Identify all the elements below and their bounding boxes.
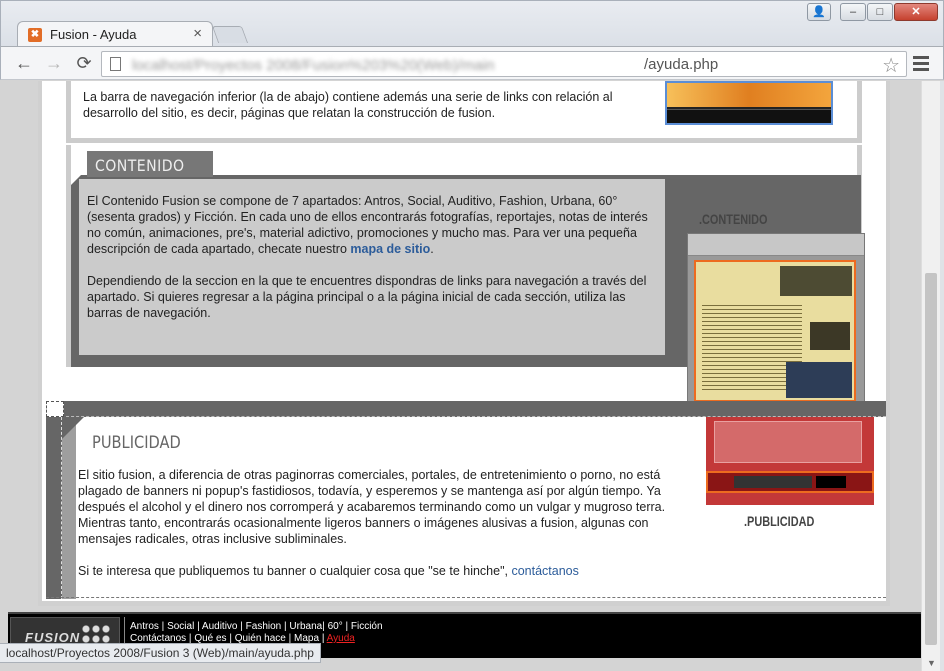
nav-bar-screenshot — [665, 81, 833, 125]
nav-help-text: La barra de navegación inferior (la de a… — [83, 90, 613, 120]
page-frame: La barra de navegación inferior (la de a… — [38, 81, 890, 606]
footer-link-fashion[interactable]: Fashion — [246, 621, 282, 632]
footer-section-links: Antros | Social | Auditivo | Fashion | U… — [130, 621, 383, 632]
footer-link-antros[interactable]: Antros — [130, 621, 159, 632]
status-bar-url: localhost/Proyectos 2008/Fusion 3 (Web)/… — [0, 643, 321, 663]
footer-link-social[interactable]: Social — [167, 621, 194, 632]
contenido-paragraph-1: El Contenido Fusion se compone de 7 apar… — [87, 194, 648, 256]
url-path: /ayuda.php — [644, 56, 719, 73]
tab-close-icon[interactable]: × — [193, 25, 202, 42]
nav-help-section: La barra de navegación inferior (la de a… — [66, 81, 862, 143]
browser-toolbar: ← → ⟳ localhost/Proyectos 2008/Fusion%20… — [0, 46, 944, 80]
contenido-screenshot — [687, 233, 865, 409]
footer-link-urbana[interactable]: Urbana — [289, 621, 322, 632]
address-bar[interactable]: localhost/Proyectos 2008/Fusion%203%20(W… — [101, 51, 907, 77]
publicidad-callout-label: .PUBLICIDAD — [744, 513, 815, 529]
contenido-callout-label: .CONTENIDO — [699, 211, 768, 227]
browser-titlebar: ✖ Fusion - Ayuda × 👤 – □ ✕ — [0, 0, 944, 48]
maximize-button[interactable]: □ — [867, 3, 893, 21]
publicidad-top-bar — [46, 401, 886, 417]
menu-icon[interactable] — [913, 56, 929, 74]
contactanos-link[interactable]: contáctanos — [511, 564, 578, 578]
contenido-heading: CONTENIDO — [95, 156, 185, 175]
user-profile-button[interactable]: 👤 — [807, 3, 831, 21]
contenido-text: El Contenido Fusion se compone de 7 apar… — [87, 193, 657, 337]
back-arrow-icon[interactable]: ← — [13, 53, 35, 73]
tab-title: Fusion - Ayuda — [50, 27, 137, 42]
footer-link-ayuda[interactable]: Ayuda — [327, 633, 355, 644]
contenido-paragraph-2: Dependiendo de la seccion en la que te e… — [87, 274, 647, 320]
mapa-de-sitio-link[interactable]: mapa de sitio — [350, 242, 430, 256]
browser-tab[interactable]: ✖ Fusion - Ayuda × — [17, 21, 213, 48]
publicidad-paragraph-1: El sitio fusion, a diferencia de otras p… — [78, 468, 666, 546]
footer-link-60[interactable]: 60° — [328, 621, 343, 632]
new-tab-button[interactable] — [211, 26, 249, 43]
minimize-button[interactable]: – — [840, 3, 866, 21]
page-icon — [110, 57, 121, 71]
url-host: localhost/Proyectos 2008/Fusion%203%20(W… — [132, 57, 495, 74]
contenido-header: CONTENIDO — [87, 151, 213, 177]
bookmark-star-icon[interactable]: ☆ — [882, 53, 900, 78]
contenido-section: CONTENIDO El Contenido Fusion se compone… — [66, 145, 865, 409]
publicidad-screenshot — [706, 417, 874, 505]
close-window-button[interactable]: ✕ — [894, 3, 938, 21]
page-content: La barra de navegación inferior (la de a… — [42, 81, 886, 601]
publicidad-text: El sitio fusion, a diferencia de otras p… — [78, 467, 698, 595]
publicidad-heading: PUBLICIDAD — [92, 433, 181, 453]
reload-icon[interactable]: ⟳ — [73, 53, 95, 73]
publicidad-paragraph-2: Si te interesa que publiquemos tu banner… — [78, 564, 579, 578]
page-viewport: La barra de navegación inferior (la de a… — [8, 81, 921, 671]
scrollbar-thumb[interactable] — [925, 273, 937, 645]
scroll-down-arrow-icon[interactable]: ▼ — [927, 658, 936, 668]
footer-link-auditivo[interactable]: Auditivo — [202, 621, 238, 632]
xampp-favicon-icon: ✖ — [28, 28, 42, 42]
vertical-scrollbar[interactable]: ▼ — [921, 81, 940, 671]
footer-links: Antros | Social | Auditivo | Fashion | U… — [130, 621, 383, 645]
footer-link-ficcion[interactable]: Ficción — [351, 621, 383, 632]
forward-arrow-icon[interactable]: → — [43, 53, 65, 73]
